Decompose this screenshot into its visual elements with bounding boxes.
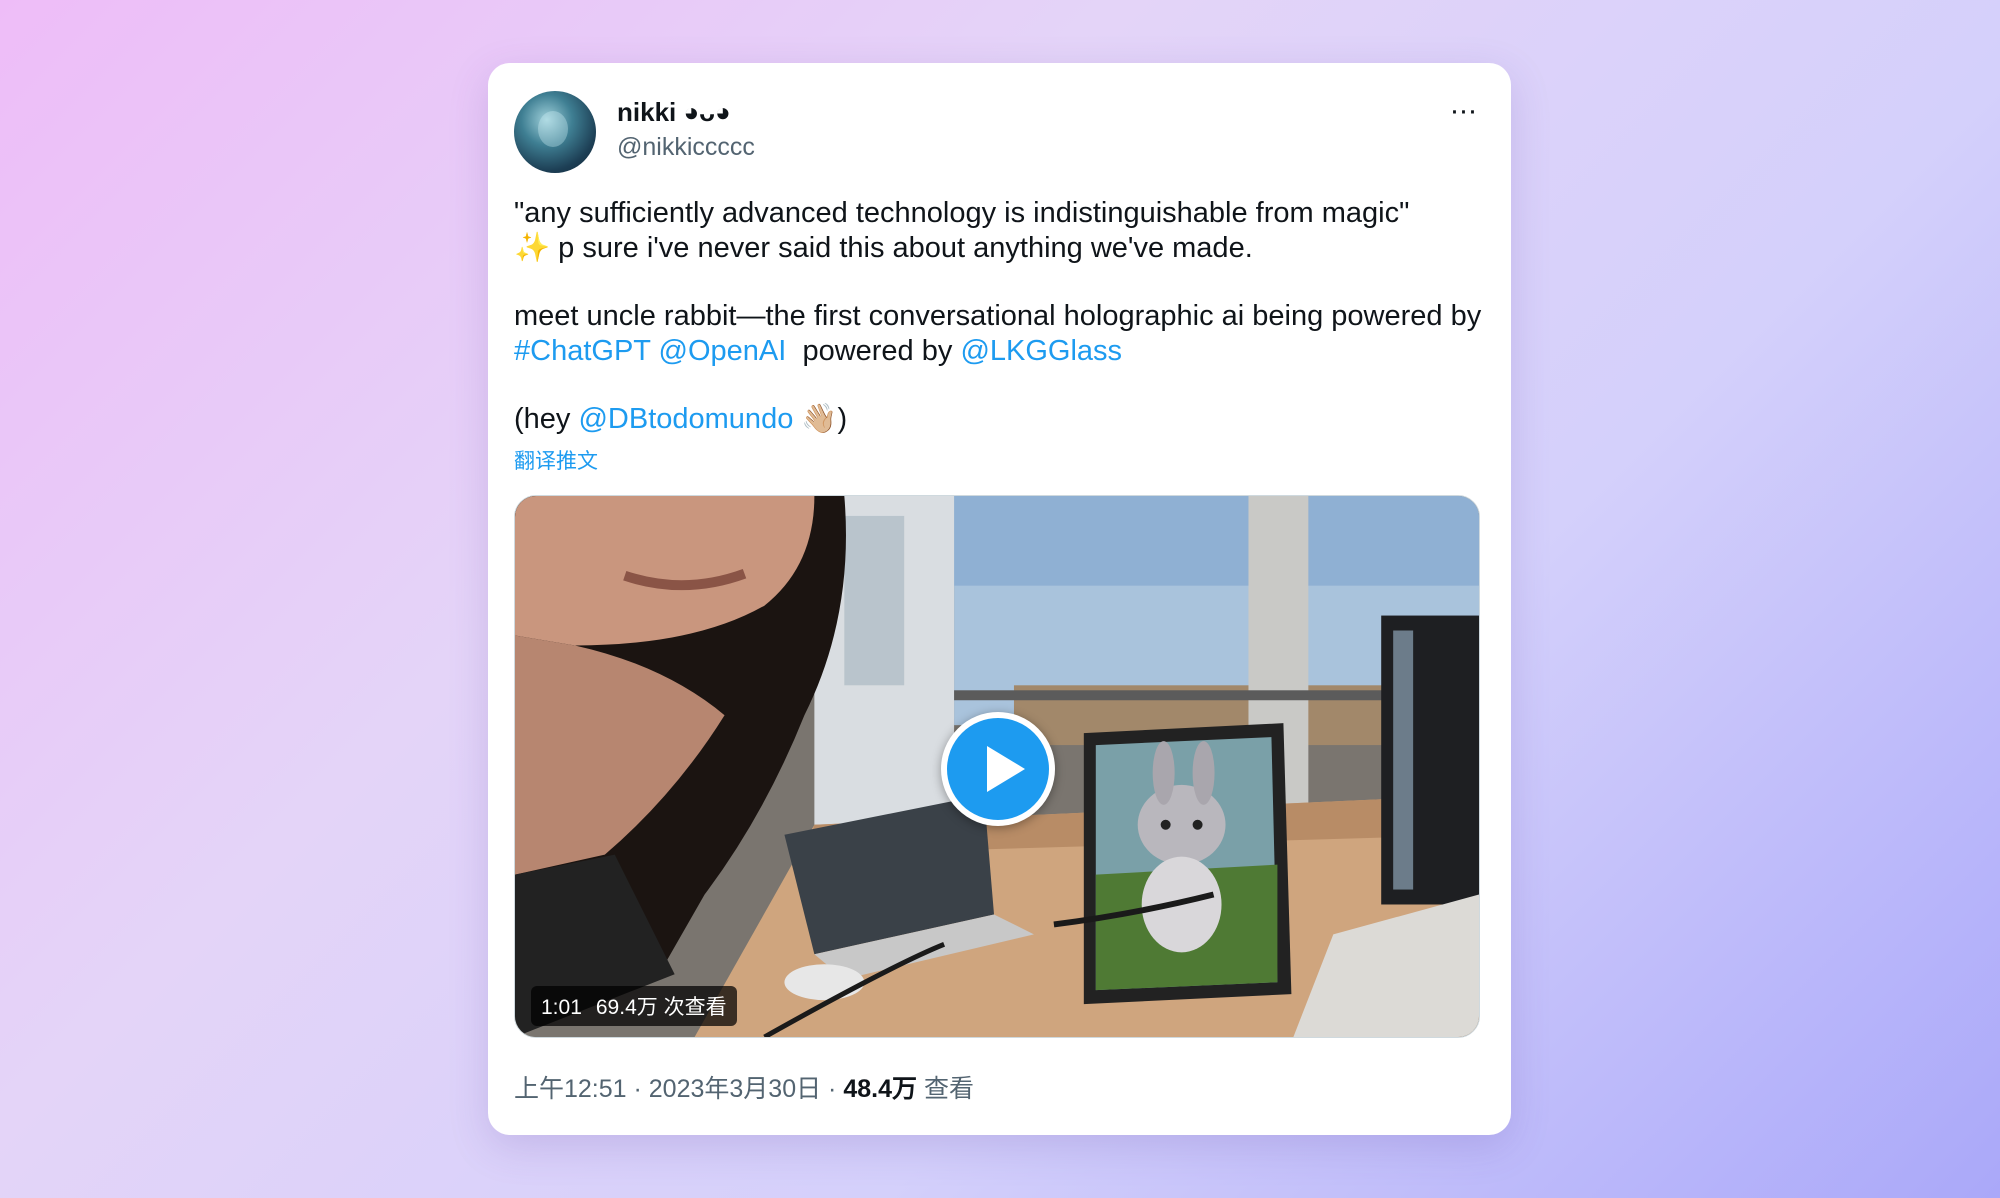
- tweet-paragraph-1: "any sufficiently advanced technology is…: [514, 196, 1489, 266]
- tweet-line-3: meet uncle rabbit—the first conversation…: [514, 300, 1482, 332]
- tweet-view-count: 48.4万: [843, 1075, 917, 1103]
- waving-hand-emoji: 👋🏼: [793, 403, 838, 435]
- play-button[interactable]: [941, 712, 1055, 826]
- author-handle[interactable]: @nikkiccccc: [617, 133, 755, 162]
- tweet-hey-prefix: (hey: [514, 403, 579, 435]
- mention-openai-link[interactable]: @OpenAI: [659, 335, 787, 367]
- avatar[interactable]: [514, 91, 596, 173]
- tweet-text: "any sufficiently advanced technology is…: [514, 196, 1489, 437]
- tweet-timestamp[interactable]: 上午12:51 · 2023年3月30日 ·: [514, 1075, 843, 1103]
- tweet-paragraph-3: (hey @DBtodomundo 👋🏼): [514, 402, 1489, 437]
- video-duration: 1:01: [541, 996, 582, 1019]
- tweet-view-label: 查看: [917, 1075, 974, 1103]
- video-info-badge: 1:01 69.4万 次查看: [531, 986, 737, 1026]
- video-views: 69.4万 次查看: [595, 996, 727, 1019]
- tweet-powered-by: powered by: [786, 335, 961, 367]
- more-horizontal-icon[interactable]: ···: [1443, 96, 1483, 137]
- tweet-hey-suffix: ): [837, 403, 848, 435]
- mention-lkgglass-link[interactable]: @LKGGlass: [960, 335, 1122, 367]
- video-player[interactable]: 1:01 69.4万 次查看: [514, 495, 1480, 1038]
- tweet-meta: 上午12:51 · 2023年3月30日 · 48.4万 查看: [514, 1069, 974, 1105]
- tweet-line-1: "any sufficiently advanced technology is…: [514, 197, 1410, 229]
- tweet-card: nikki ◕ᴗ◕ @nikkiccccc ··· "any sufficien…: [488, 63, 1511, 1135]
- hashtag-chatgpt-link[interactable]: #ChatGPT: [514, 335, 650, 367]
- sparkles-emoji: ✨: [514, 232, 551, 264]
- author-name[interactable]: nikki ◕ᴗ◕: [617, 97, 731, 128]
- tweet-line-2: p sure i've never said this about anythi…: [550, 232, 1253, 264]
- translate-tweet-link[interactable]: 翻译推文: [514, 445, 598, 475]
- play-icon: [987, 746, 1025, 792]
- mention-dbtodomundo-link[interactable]: @DBtodomundo: [578, 403, 793, 435]
- tweet-paragraph-2: meet uncle rabbit—the first conversation…: [514, 299, 1489, 369]
